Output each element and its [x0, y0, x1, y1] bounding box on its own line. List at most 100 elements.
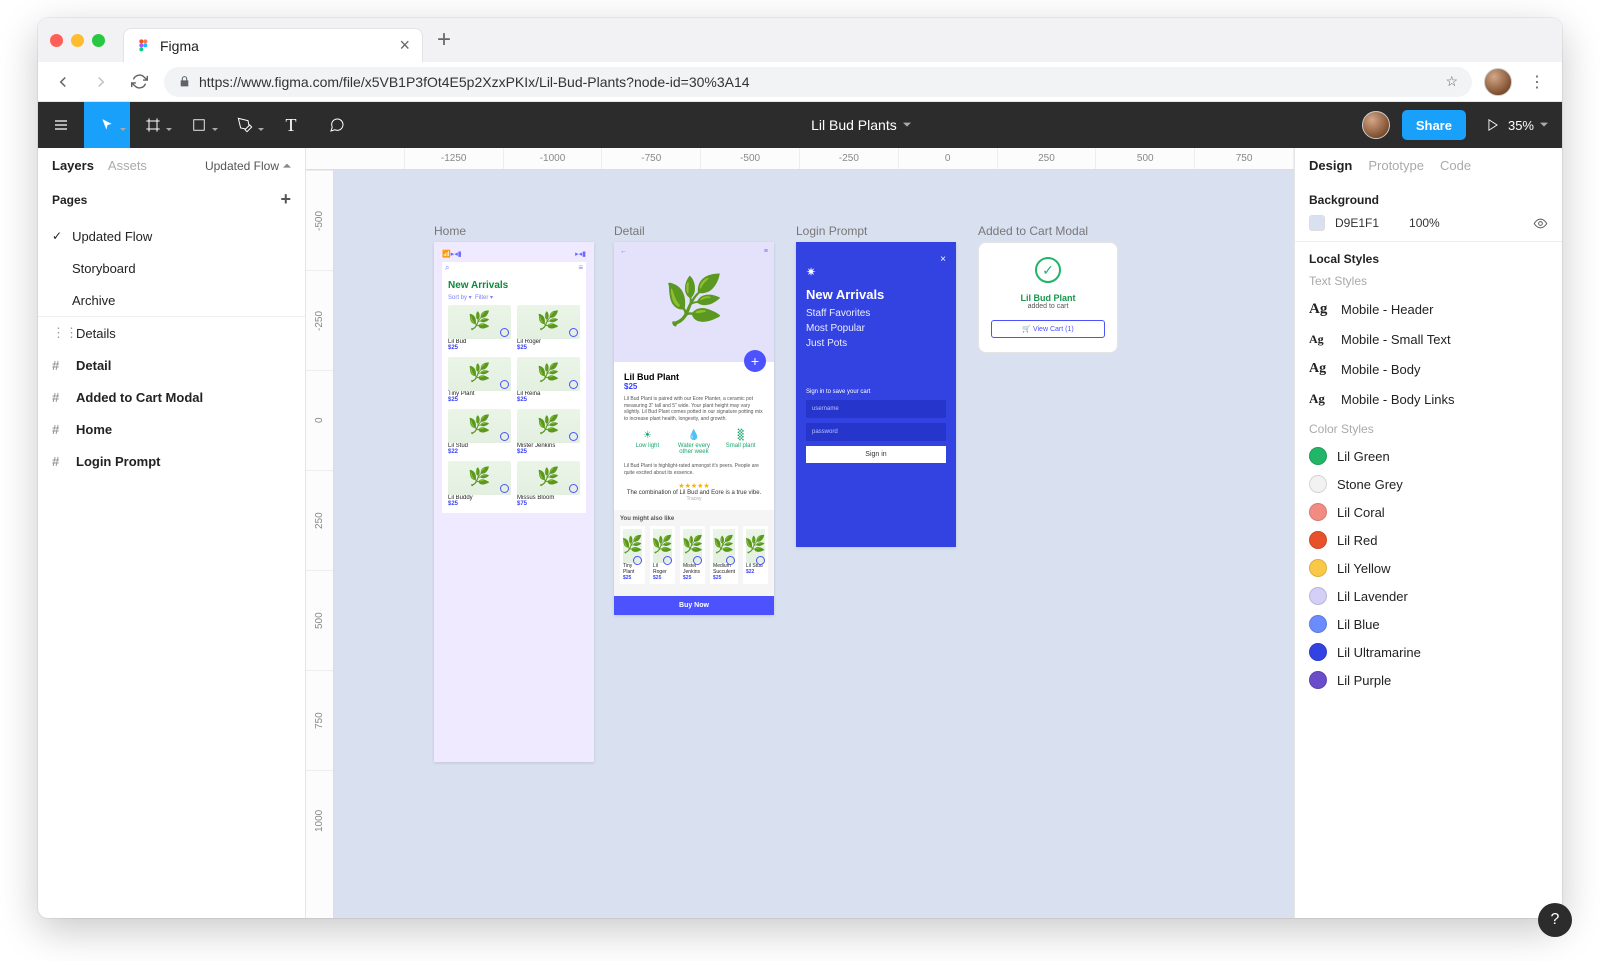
design-tab[interactable]: Design [1309, 158, 1352, 173]
local-styles-header: Local Styles [1309, 252, 1548, 266]
page-item[interactable]: Updated Flow [38, 220, 305, 252]
layer-item[interactable]: #Detail [38, 349, 305, 381]
close-window-button[interactable] [50, 34, 63, 47]
background-hex[interactable]: D9E1F1 [1335, 216, 1379, 230]
login-nav-header: New Arrivals [806, 287, 946, 302]
review-intro: Lil Bud Plant is highlight-rated amongst… [624, 463, 764, 476]
background-opacity[interactable]: 100% [1409, 216, 1440, 230]
pen-tool[interactable] [222, 102, 268, 148]
rating-stars: ★★★★★ [624, 482, 764, 490]
visibility-icon[interactable] [1533, 216, 1548, 231]
view-cart-button: 🛒 View Cart (1) [991, 320, 1105, 338]
layer-item[interactable]: #Added to Cart Modal [38, 381, 305, 413]
color-style-item[interactable]: Lil Purple [1309, 666, 1548, 694]
product-card: Lil Buddy$25 [448, 461, 511, 507]
frame-icon: # [52, 390, 66, 405]
assets-tab[interactable]: Assets [108, 158, 147, 173]
frame-detail[interactable]: ←≡+ Lil Bud Plant $25 Lil Bud Plant is p… [614, 242, 774, 615]
reload-button[interactable] [126, 69, 152, 95]
maximize-window-button[interactable] [92, 34, 105, 47]
snowflake-icon: ✷ [806, 265, 946, 279]
signin-label: Sign in to save your cart [806, 389, 946, 395]
frame-added-to-cart-modal[interactable]: ✓ Lil Bud Plant added to cart 🛒 View Car… [978, 242, 1118, 353]
share-button[interactable]: Share [1402, 110, 1466, 140]
page-item[interactable]: Archive [38, 284, 305, 316]
move-tool[interactable] [84, 102, 130, 148]
color-style-item[interactable]: Lil Coral [1309, 498, 1548, 526]
horizontal-ruler: -1250-1000-750-500-2500250500750 [306, 148, 1294, 170]
frame-label-modal[interactable]: Added to Cart Modal [978, 224, 1088, 238]
text-style-item[interactable]: AgMobile - Body Links [1309, 384, 1548, 414]
color-style-item[interactable]: Lil Ultramarine [1309, 638, 1548, 666]
password-field: password [806, 423, 946, 441]
chevron-down-icon [283, 162, 291, 170]
product-card: Lil Roger$25 [517, 305, 580, 351]
color-styles-header: Color Styles [1309, 422, 1548, 436]
color-style-item[interactable]: Lil Yellow [1309, 554, 1548, 582]
color-style-item[interactable]: Lil Red [1309, 526, 1548, 554]
frame-label-login[interactable]: Login Prompt [796, 224, 867, 238]
right-panel: Design Prototype Code Background D9E1F1 … [1294, 148, 1562, 918]
browser-url-bar: https://www.figma.com/file/x5VB1P3fOt4E5… [38, 62, 1562, 102]
browser-menu-icon[interactable]: ⋮ [1524, 69, 1550, 95]
text-style-item[interactable]: AgMobile - Body [1309, 354, 1548, 384]
url-text: https://www.figma.com/file/x5VB1P3fOt4E5… [199, 74, 750, 90]
main-menu-button[interactable] [38, 102, 84, 148]
address-bar[interactable]: https://www.figma.com/file/x5VB1P3fOt4E5… [164, 67, 1472, 97]
related-header: You might also like [620, 516, 768, 522]
user-avatar[interactable] [1362, 111, 1390, 139]
add-page-button[interactable]: + [280, 189, 291, 210]
text-style-item[interactable]: AgMobile - Header [1309, 294, 1548, 324]
product-card: Mister Jenkins$25 [517, 409, 580, 455]
layer-item[interactable]: #Login Prompt [38, 445, 305, 477]
new-tab-button[interactable]: + [437, 26, 451, 54]
frame-label-home[interactable]: Home [434, 224, 466, 238]
browser-tab[interactable]: Figma × [123, 28, 423, 62]
username-field: username [806, 400, 946, 418]
lock-icon [178, 75, 191, 88]
frame-login-prompt[interactable]: × ✷ New Arrivals Staff Favorites Most Po… [796, 242, 956, 547]
text-styles-header: Text Styles [1309, 274, 1548, 288]
bookmark-icon[interactable]: ☆ [1445, 73, 1458, 90]
profile-avatar[interactable] [1484, 68, 1512, 96]
zoom-control[interactable]: 35% [1508, 118, 1548, 133]
frame-icon: # [52, 358, 66, 373]
frame-home[interactable]: 📶▸◂▮▸◂▮ ⌕ ≡ New Arrivals Sort by ▾ Filte… [434, 242, 594, 762]
close-tab-icon[interactable]: × [399, 35, 410, 56]
comment-tool[interactable] [314, 102, 360, 148]
product-description: Lil Bud Plant is paired with our Eore Pl… [624, 396, 764, 422]
back-button[interactable] [50, 69, 76, 95]
code-tab[interactable]: Code [1440, 158, 1471, 173]
close-icon: × [806, 254, 946, 265]
minimize-window-button[interactable] [71, 34, 84, 47]
product-tag: ␩Small plant [721, 430, 761, 455]
page-item[interactable]: Storyboard [38, 252, 305, 284]
frame-tool[interactable] [130, 102, 176, 148]
related-card: Medium Succulent$25 [710, 526, 738, 584]
help-button[interactable]: ? [1538, 903, 1572, 937]
product-card: Lil Stud$22 [448, 409, 511, 455]
color-style-item[interactable]: Stone Grey [1309, 470, 1548, 498]
forward-button[interactable] [88, 69, 114, 95]
prototype-tab[interactable]: Prototype [1368, 158, 1424, 173]
layer-item[interactable]: #Home [38, 413, 305, 445]
text-style-item[interactable]: AgMobile - Small Text [1309, 324, 1548, 354]
background-swatch[interactable] [1309, 215, 1325, 231]
layer-item[interactable]: ⋮⋮Details [38, 317, 305, 349]
frame-label-detail[interactable]: Detail [614, 224, 645, 238]
document-title[interactable]: Lil Bud Plants [360, 117, 1362, 133]
shape-tool[interactable] [176, 102, 222, 148]
color-style-item[interactable]: Lil Lavender [1309, 582, 1548, 610]
present-button[interactable] [1478, 102, 1508, 148]
color-style-item[interactable]: Lil Blue [1309, 610, 1548, 638]
component-icon: ⋮⋮ [52, 325, 66, 341]
page-selector[interactable]: Updated Flow [205, 159, 291, 173]
product-tag: 💧Water every other week [674, 430, 714, 455]
color-style-item[interactable]: Lil Green [1309, 442, 1548, 470]
login-link: Staff Favorites [806, 308, 946, 319]
layers-tab[interactable]: Layers [52, 158, 94, 173]
frame-icon: # [52, 454, 66, 469]
design-canvas[interactable]: -1250-1000-750-500-2500250500750 -500-25… [306, 148, 1294, 918]
new-arrivals-header: New Arrivals [448, 280, 580, 291]
text-tool[interactable]: T [268, 102, 314, 148]
